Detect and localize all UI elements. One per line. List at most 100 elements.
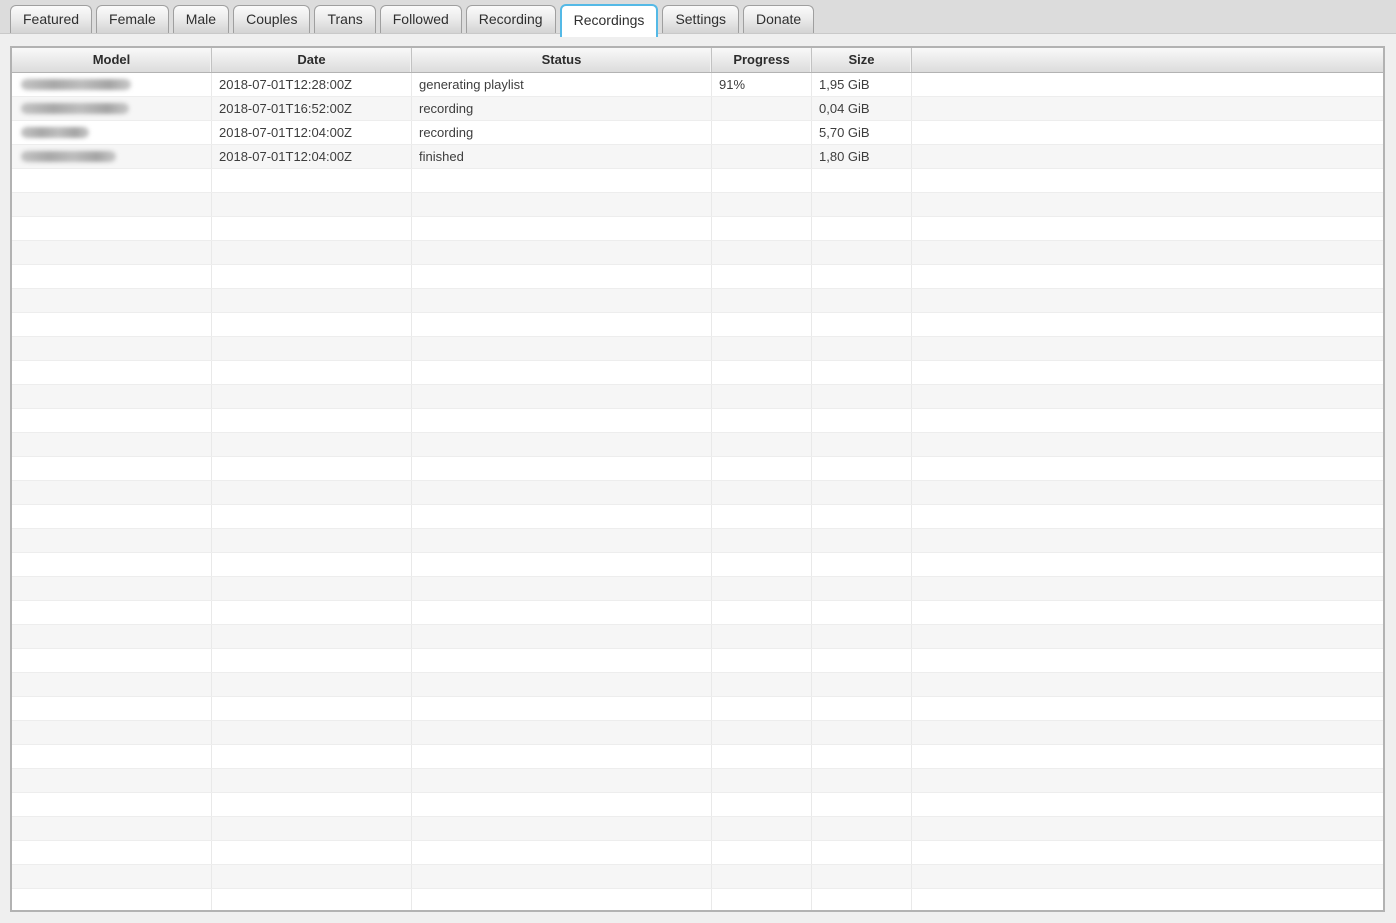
cell-status xyxy=(412,625,712,648)
column-header-date[interactable]: Date xyxy=(212,48,412,72)
table-row-empty xyxy=(12,457,1383,481)
tab-donate[interactable]: Donate xyxy=(743,5,815,33)
model-name-redacted xyxy=(21,79,131,90)
cell-date xyxy=(212,265,412,288)
cell-date: 2018-07-01T12:28:00Z xyxy=(212,73,412,96)
cell-progress xyxy=(712,265,812,288)
cell-progress xyxy=(712,385,812,408)
cell-size xyxy=(812,193,912,216)
tab-followed[interactable]: Followed xyxy=(379,5,462,33)
column-header-progress[interactable]: Progress xyxy=(712,48,812,72)
recordings-table: Model Date Status Progress Size 2018-07-01T1… xyxy=(10,46,1385,912)
cell-size xyxy=(812,457,912,480)
tab-settings[interactable]: Settings xyxy=(662,5,740,33)
cell-size xyxy=(812,169,912,192)
cell-size xyxy=(812,361,912,384)
cell-model xyxy=(12,649,212,672)
cell-progress xyxy=(712,793,812,816)
tab-recording[interactable]: Recording xyxy=(465,5,556,33)
cell-status xyxy=(412,889,712,910)
model-name-redacted xyxy=(21,103,129,114)
cell-extra xyxy=(912,529,1383,552)
cell-date xyxy=(212,433,412,456)
table-row[interactable]: 2018-07-01T12:04:00Z recording 5,70 GiB xyxy=(12,121,1383,145)
cell-model xyxy=(12,337,212,360)
cell-progress xyxy=(712,481,812,504)
table-row-empty xyxy=(12,337,1383,361)
cell-extra xyxy=(912,721,1383,744)
cell-status xyxy=(412,361,712,384)
tab-male[interactable]: Male xyxy=(172,5,230,33)
cell-progress xyxy=(712,745,812,768)
cell-model xyxy=(12,697,212,720)
tab-recordings[interactable]: Recordings xyxy=(559,4,659,37)
cell-status xyxy=(412,241,712,264)
cell-date xyxy=(212,577,412,600)
model-name-redacted xyxy=(21,151,116,162)
cell-progress xyxy=(712,193,812,216)
cell-date xyxy=(212,385,412,408)
cell-status xyxy=(412,769,712,792)
cell-progress xyxy=(712,289,812,312)
cell-model xyxy=(12,193,212,216)
table-row-empty xyxy=(12,553,1383,577)
cell-size: 5,70 GiB xyxy=(812,121,912,144)
table-row[interactable]: 2018-07-01T16:52:00Z recording 0,04 GiB xyxy=(12,97,1383,121)
tab-trans[interactable]: Trans xyxy=(314,5,376,33)
cell-date xyxy=(212,409,412,432)
cell-status xyxy=(412,313,712,336)
table-row-empty xyxy=(12,385,1383,409)
cell-extra xyxy=(912,361,1383,384)
cell-size xyxy=(812,337,912,360)
cell-extra xyxy=(912,433,1383,456)
cell-size xyxy=(812,577,912,600)
cell-size xyxy=(812,385,912,408)
cell-model xyxy=(12,769,212,792)
cell-extra xyxy=(912,625,1383,648)
cell-extra xyxy=(912,841,1383,864)
table-row-empty xyxy=(12,505,1383,529)
table-row-empty xyxy=(12,769,1383,793)
cell-size xyxy=(812,529,912,552)
cell-model xyxy=(12,889,212,910)
cell-progress xyxy=(712,361,812,384)
cell-status xyxy=(412,529,712,552)
cell-size: 1,80 GiB xyxy=(812,145,912,168)
cell-extra xyxy=(912,457,1383,480)
table-row-empty xyxy=(12,193,1383,217)
cell-model xyxy=(12,817,212,840)
table-row-empty xyxy=(12,289,1383,313)
tab-female[interactable]: Female xyxy=(96,5,169,33)
tab-couples[interactable]: Couples xyxy=(233,5,311,33)
cell-progress xyxy=(712,625,812,648)
table-row-empty xyxy=(12,793,1383,817)
cell-model xyxy=(12,625,212,648)
cell-date xyxy=(212,457,412,480)
cell-size xyxy=(812,889,912,910)
table-row-empty xyxy=(12,265,1383,289)
cell-size xyxy=(812,241,912,264)
cell-extra xyxy=(912,769,1383,792)
cell-progress xyxy=(712,817,812,840)
cell-status xyxy=(412,409,712,432)
table-row[interactable]: 2018-07-01T12:04:00Z finished 1,80 GiB xyxy=(12,145,1383,169)
column-header-status[interactable]: Status xyxy=(412,48,712,72)
table-row[interactable]: 2018-07-01T12:28:00Z generating playlist… xyxy=(12,73,1383,97)
cell-size: 0,04 GiB xyxy=(812,97,912,120)
column-header-model[interactable]: Model xyxy=(12,48,212,72)
table-row-empty xyxy=(12,217,1383,241)
cell-date xyxy=(212,601,412,624)
cell-date xyxy=(212,865,412,888)
tab-featured[interactable]: Featured xyxy=(10,5,93,33)
cell-date xyxy=(212,337,412,360)
cell-extra xyxy=(912,481,1383,504)
cell-extra xyxy=(912,385,1383,408)
cell-extra xyxy=(912,817,1383,840)
cell-size xyxy=(812,745,912,768)
cell-model xyxy=(12,265,212,288)
column-header-extra[interactable] xyxy=(912,48,1383,72)
cell-status xyxy=(412,865,712,888)
table-row-empty xyxy=(12,649,1383,673)
column-header-size[interactable]: Size xyxy=(812,48,912,72)
cell-model xyxy=(12,409,212,432)
